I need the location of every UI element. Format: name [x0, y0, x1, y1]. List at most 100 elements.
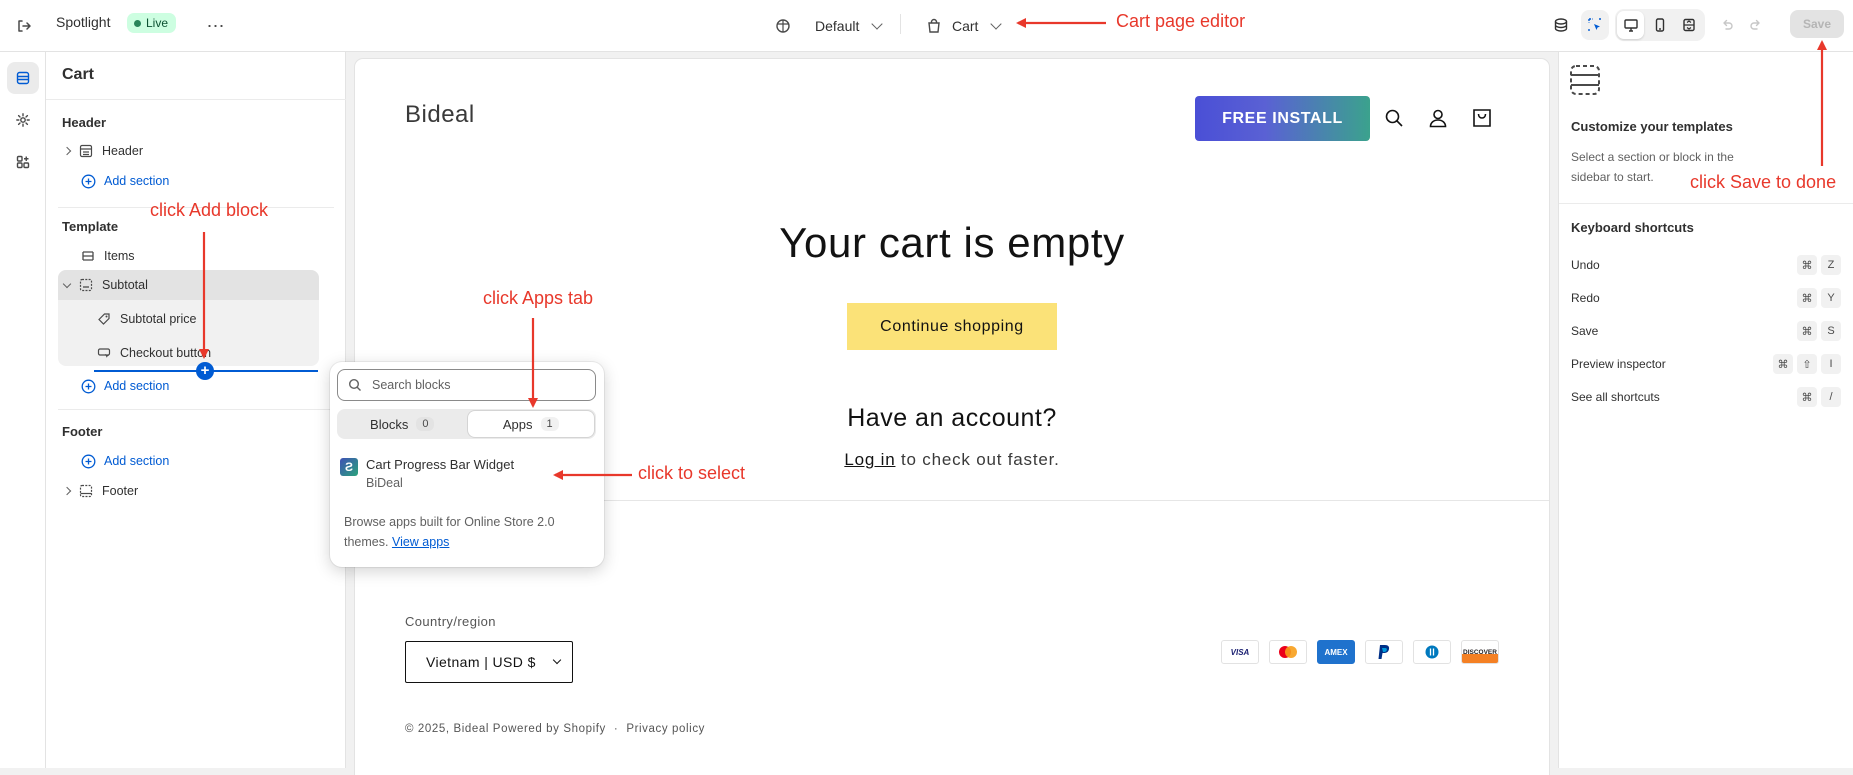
- browse-apps-text: Browse apps built for Online Store 2.0 t…: [344, 512, 594, 552]
- add-block-popover: Blocks 0 Apps 1 Ƨ Cart Progress Bar Widg…: [330, 362, 604, 567]
- app-logo-icon: Ƨ: [340, 458, 358, 476]
- section-subtotal[interactable]: Subtotal: [60, 271, 148, 299]
- price-tag-icon: [96, 311, 112, 327]
- free-install-button[interactable]: FREE INSTALL: [1195, 96, 1370, 141]
- tab-apps-label: Apps: [502, 416, 533, 432]
- view-settings-button[interactable]: [1547, 10, 1575, 40]
- desktop-icon: [1623, 19, 1638, 32]
- copyright-separator: ·: [613, 723, 619, 735]
- editor-topbar: Spotlight Live ⋯ Default Cart Save: [0, 0, 1853, 52]
- shortcut-key: ⌘: [1773, 354, 1793, 374]
- templates-icon: [1570, 65, 1600, 95]
- mobile-view-button[interactable]: [1646, 11, 1673, 39]
- amex-icon: AMEX: [1317, 640, 1355, 664]
- shortcut-label: Undo: [1571, 258, 1600, 272]
- sections-nav-button[interactable]: [7, 62, 39, 94]
- country-select-value: Vietnam | USD $: [426, 654, 536, 670]
- block-subtotal-price-label: Subtotal price: [120, 312, 197, 326]
- editor-nav-rail: [0, 52, 46, 768]
- see-all-shortcuts-row[interactable]: See all shortcuts ⌘ /: [1571, 386, 1841, 408]
- undo-icon: [1723, 19, 1733, 30]
- theme-settings-nav-button[interactable]: [7, 104, 39, 136]
- copyright-line: © 2025, Bideal Powered by Shopify · Priv…: [405, 723, 705, 735]
- chevron-right-icon: [60, 146, 74, 156]
- shortcut-row: Redo ⌘ Y: [1571, 287, 1841, 309]
- inspector-panel: Customize your templates Select a sectio…: [1558, 52, 1853, 768]
- visa-icon: VISA: [1221, 640, 1259, 664]
- tab-blocks[interactable]: Blocks 0: [339, 411, 466, 437]
- add-section-footer-button[interactable]: Add section: [80, 447, 169, 475]
- section-header[interactable]: Header: [60, 137, 143, 165]
- view-apps-link[interactable]: View apps: [392, 535, 449, 549]
- add-section-label: Add section: [104, 174, 170, 188]
- search-icon[interactable]: [1382, 106, 1406, 130]
- group-label-header: Header: [62, 115, 107, 130]
- gear-icon: [16, 113, 30, 127]
- footer-section-icon: [78, 483, 94, 499]
- country-select[interactable]: Vietnam | USD $: [405, 641, 573, 683]
- tab-blocks-count: 0: [416, 417, 435, 431]
- block-checkout-button[interactable]: Checkout button: [96, 339, 211, 367]
- annotation-add-block: click Add block: [150, 200, 269, 220]
- search-icon: [348, 378, 361, 391]
- undo-button[interactable]: [1713, 10, 1741, 40]
- inspector-toggle[interactable]: [1581, 10, 1609, 40]
- shortcut-key: ⇧: [1797, 354, 1817, 374]
- store-logo[interactable]: Bideal: [405, 101, 475, 129]
- annotation-save: click Save to done: [1690, 172, 1837, 192]
- exit-button[interactable]: [10, 12, 38, 40]
- diners-club-icon: [1413, 640, 1451, 664]
- block-search-field[interactable]: [337, 369, 596, 401]
- shortcut-key: ⌘: [1797, 387, 1817, 407]
- divider: [1559, 203, 1853, 204]
- redo-button[interactable]: [1742, 10, 1770, 40]
- chevron-down-icon: [990, 18, 1003, 30]
- fullscreen-view-button[interactable]: [1676, 11, 1703, 39]
- app-embeds-nav-button[interactable]: [7, 146, 39, 178]
- block-subtotal-price[interactable]: Subtotal price: [96, 305, 196, 333]
- shortcut-label: Preview inspector: [1571, 357, 1666, 371]
- plus-circle-icon: [80, 173, 96, 189]
- app-block-item[interactable]: Ƨ Cart Progress Bar Widget BiDeal: [340, 457, 590, 497]
- theme-select[interactable]: Default: [775, 12, 884, 40]
- shortcut-label: Save: [1571, 324, 1599, 338]
- shortcut-row: Undo ⌘ Z: [1571, 254, 1841, 276]
- section-items[interactable]: Items: [80, 242, 135, 270]
- continue-shopping-button[interactable]: Continue shopping: [847, 303, 1057, 350]
- theme-select-label: Default: [815, 18, 860, 34]
- privacy-policy-link[interactable]: Privacy policy: [626, 723, 705, 735]
- cart-empty-heading: Your cart is empty: [779, 219, 1125, 266]
- inspector-title: Customize your templates: [1571, 119, 1733, 134]
- app-block-name: Cart Progress Bar Widget: [366, 457, 515, 472]
- cart-icon[interactable]: [1470, 106, 1494, 130]
- add-section-label: Add section: [104, 454, 170, 468]
- plus-circle-icon: [80, 453, 96, 469]
- page-select[interactable]: Cart: [926, 12, 1003, 40]
- divider: [58, 409, 334, 410]
- status-badge-label: Live: [146, 16, 169, 30]
- more-actions-button[interactable]: ⋯: [202, 12, 230, 40]
- shortcut-key: ⌘: [1797, 255, 1817, 275]
- tab-apps[interactable]: Apps 1: [467, 411, 594, 437]
- theme-icon: [776, 19, 790, 33]
- discover-icon: DISCOVER: [1461, 640, 1499, 664]
- save-button[interactable]: Save: [1790, 10, 1844, 38]
- expand-icon: [1683, 18, 1696, 32]
- add-section-header-button[interactable]: Add section: [80, 167, 169, 195]
- block-search-input[interactable]: [372, 378, 582, 392]
- login-link[interactable]: Log in: [844, 450, 895, 469]
- page-select-label: Cart: [952, 18, 979, 34]
- account-icon[interactable]: [1426, 106, 1450, 130]
- block-tabs: Blocks 0 Apps 1: [337, 409, 596, 439]
- chevron-right-icon: [60, 486, 74, 496]
- payment-icons: VISA AMEX DISCOVER: [1221, 640, 1499, 664]
- section-footer[interactable]: Footer: [60, 477, 138, 505]
- desktop-view-button[interactable]: [1617, 11, 1645, 39]
- add-block-plus-button[interactable]: +: [196, 362, 214, 380]
- shortcut-row: Preview inspector ⌘ ⇧ I: [1571, 353, 1841, 375]
- apps-icon: [16, 155, 30, 169]
- app-developer: BiDeal: [366, 476, 403, 490]
- add-section-template-button[interactable]: Add section: [80, 372, 169, 400]
- status-badge: Live: [127, 13, 177, 33]
- shortcut-row: Save ⌘ S: [1571, 320, 1841, 342]
